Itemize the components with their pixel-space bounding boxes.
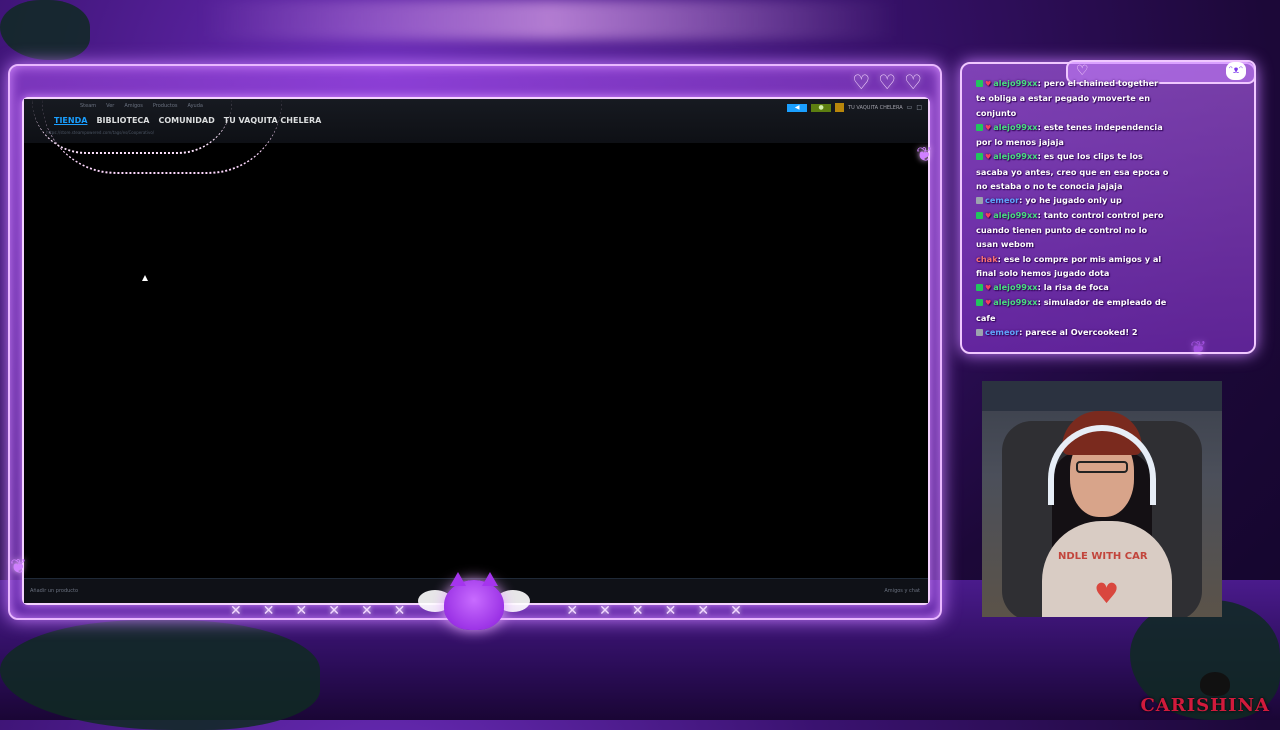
frame-hearts: ♡ ♡ ♡	[852, 72, 922, 92]
steam-top-right: ◀ ● TU VAQUITA CHELERA ▭ □	[787, 103, 922, 112]
broadcast-button[interactable]: ◀	[787, 103, 808, 112]
chat-username[interactable]: alejo99xx	[993, 210, 1037, 220]
plant-top-left	[0, 0, 90, 60]
heart-badge-icon: ♥	[985, 80, 992, 88]
chat-username[interactable]: cemeor	[985, 195, 1019, 205]
watermark-cat-icon	[1200, 672, 1230, 696]
x-icon: ✕	[599, 603, 611, 619]
heart-icon: ♡	[904, 70, 922, 94]
viewer-badge-icon	[976, 329, 983, 337]
x-icon: ✕	[664, 603, 677, 619]
x-icon: ✕	[730, 603, 742, 619]
megaphone-icon: ◀	[794, 103, 800, 111]
chat-username[interactable]: chak	[976, 254, 998, 264]
add-product-button[interactable]: Añadir un producto	[30, 588, 78, 594]
bead-garland	[32, 100, 232, 154]
sub-badge-icon	[976, 211, 983, 219]
notifications-button[interactable]: ●	[811, 103, 832, 112]
chat-username[interactable]: alejo99xx	[993, 122, 1037, 132]
avatar[interactable]	[835, 103, 845, 112]
viewer-badge-icon	[976, 197, 983, 205]
heart-icon: ♡	[878, 70, 897, 94]
chat-username[interactable]: alejo99xx	[993, 297, 1037, 307]
chat-text: la risa de foca	[1043, 282, 1109, 293]
x-icon: ✕	[262, 603, 275, 619]
heart-badge-icon: ♥	[985, 299, 992, 308]
ceiling-light	[200, 0, 900, 40]
chat-message: ♥ alejo99xx: simulador de empleado de caf…	[976, 295, 1170, 325]
x-icon: ✕	[697, 603, 710, 619]
sub-badge-icon	[976, 80, 983, 87]
bell-icon: ●	[818, 103, 824, 111]
x-icon: ✕	[393, 603, 406, 619]
maximize-icon[interactable]: □	[916, 104, 922, 111]
sub-badge-icon	[976, 153, 983, 161]
chat-username[interactable]: alejo99xx	[993, 282, 1037, 292]
webcam-background-posters	[982, 381, 1222, 411]
minimize-icon[interactable]: ▭	[907, 104, 913, 111]
cat-face-icon: ᵔᴥᵔ	[1226, 62, 1246, 80]
sub-badge-icon	[976, 299, 983, 307]
chat-message: ♥ alejo99xx: tanto control control pero c…	[976, 208, 1170, 252]
chat-username[interactable]: alejo99xx	[993, 151, 1037, 161]
chat-text: ese lo compre por mis amigos y al final …	[976, 253, 1162, 278]
chat-message: chak: ese lo compre por mis amigos y al …	[976, 252, 1170, 281]
heart-icon: ♡	[852, 70, 871, 94]
chat-message-list: ♥ alejo99xx: pero el chained together te …	[976, 76, 1170, 339]
chat-text: parece al Overcooked! 2	[1025, 327, 1138, 338]
x-icon: ✕	[295, 603, 308, 619]
x-icon: ✕	[566, 603, 579, 619]
chat-message: ♥ alejo99xx: pero el chained together te …	[976, 76, 1170, 120]
x-icon: ✕	[631, 603, 644, 619]
butterfly-icon: ❦	[916, 142, 933, 166]
chat-username[interactable]: alejo99xx	[993, 78, 1037, 88]
sub-badge-icon	[976, 284, 983, 292]
heart-badge-icon: ♥	[985, 153, 992, 162]
shirt-heart-icon: ♥	[1094, 577, 1120, 610]
cat-logo-icon	[444, 572, 504, 630]
chat-username[interactable]: cemeor	[985, 327, 1019, 337]
account-menu[interactable]: TU VAQUITA CHELERA	[848, 105, 903, 111]
x-icon: ✕	[328, 603, 340, 619]
heart-badge-icon: ♥	[985, 123, 992, 132]
heart-badge-icon: ♥	[985, 211, 992, 220]
cat-ear	[482, 572, 498, 586]
chat-message: cemeor: yo he jugado only up	[976, 193, 1170, 207]
heart-badge-icon: ♥	[985, 284, 992, 293]
chat-message: cemeor: parece al Overcooked! 2	[976, 325, 1170, 339]
mouse-cursor-icon	[142, 275, 148, 281]
friends-chat-button[interactable]: Amigos y chat	[884, 588, 920, 594]
x-icon: ✕	[360, 603, 373, 619]
shirt-text: NDLE WITH CAR	[1058, 551, 1148, 562]
sub-badge-icon	[976, 123, 983, 131]
glasses-icon	[1076, 461, 1128, 473]
webcam-feed: NDLE WITH CAR ♥	[982, 381, 1222, 617]
cat-ear	[450, 572, 466, 586]
butterfly-icon: ❦	[10, 554, 27, 578]
chat-message: ♥ alejo99xx: la risa de foca	[976, 280, 1170, 295]
chat-message: ♥ alejo99xx: este tenes independencia por…	[976, 120, 1170, 150]
x-icon: ✕	[230, 603, 242, 619]
chat-text: yo he jugado only up	[1025, 195, 1122, 206]
channel-watermark: CARISHINA	[1140, 695, 1270, 716]
chat-message: ♥ alejo99xx: es que los clips te los saca…	[976, 149, 1170, 193]
